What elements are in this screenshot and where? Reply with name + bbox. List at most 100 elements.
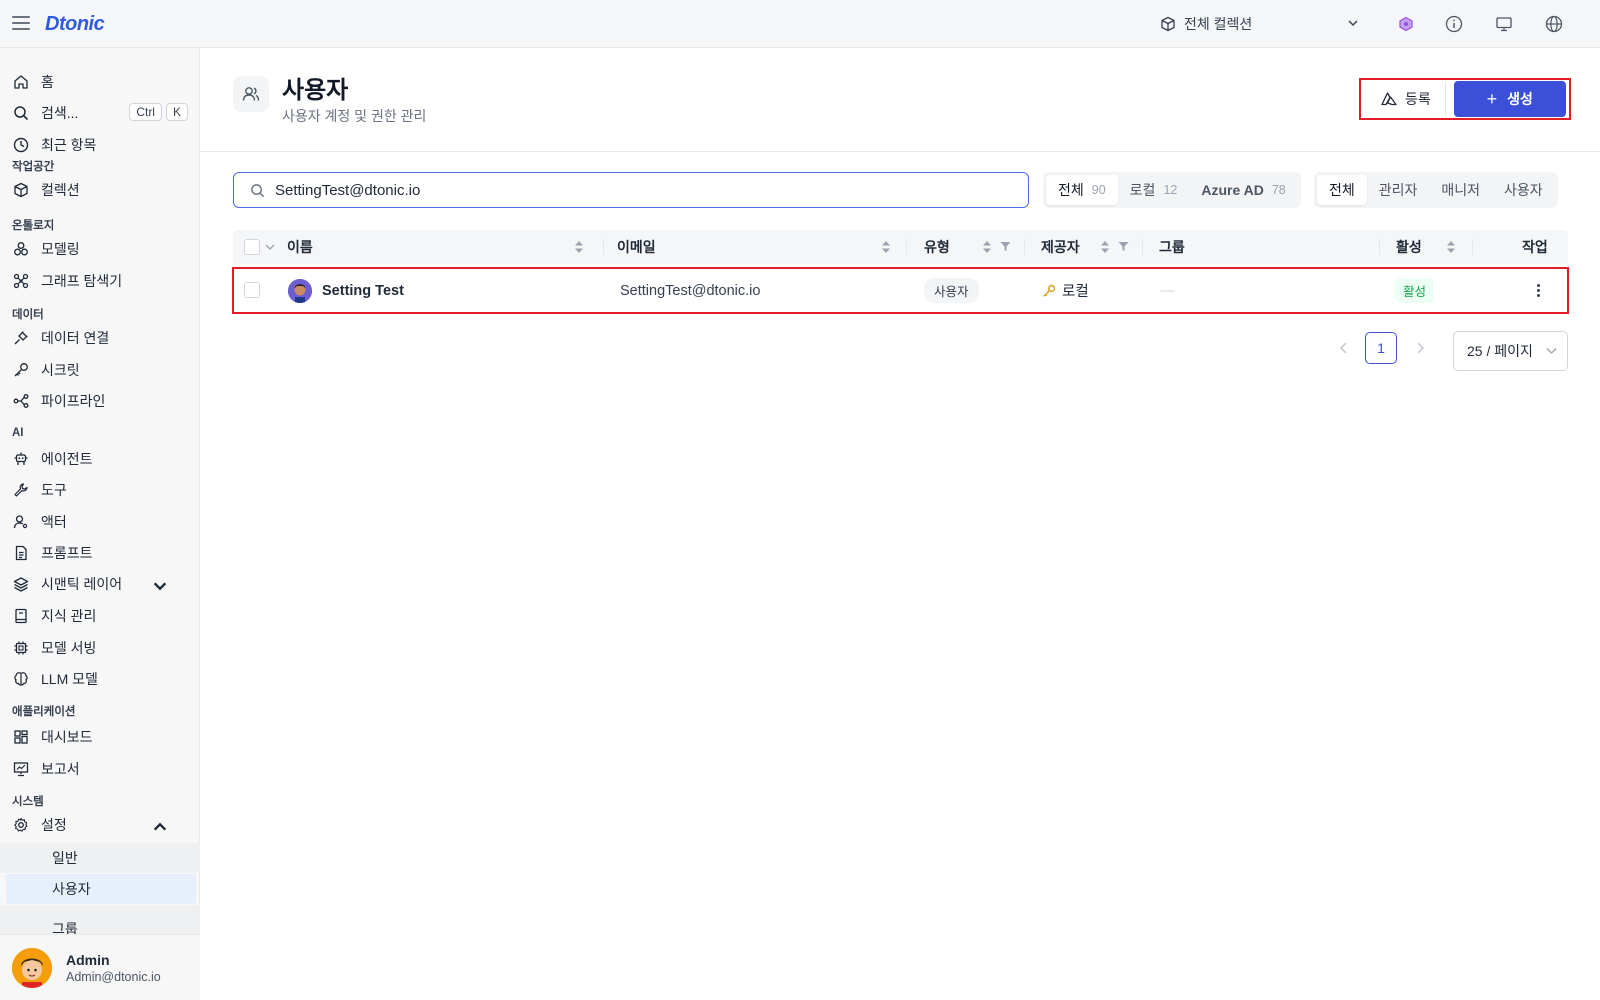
azure-icon xyxy=(1381,92,1397,106)
pagination: 1 xyxy=(1365,331,1397,365)
sidebar-subitem-general[interactable]: 일반 xyxy=(0,843,200,873)
globe-icon[interactable] xyxy=(1542,12,1566,36)
sort-icon[interactable] xyxy=(1100,240,1110,254)
ontology-icon[interactable] xyxy=(1394,12,1418,36)
column-header-group[interactable]: 그룹 xyxy=(1159,230,1185,264)
search-icon xyxy=(251,183,265,197)
sidebar-item-dashboard[interactable]: 대시보드 xyxy=(0,723,200,751)
sidebar-subitem-groups[interactable]: 그룹 xyxy=(0,905,200,935)
top-bar: Dtonic 전체 컬렉션 xyxy=(0,0,1600,48)
filter-count: 78 xyxy=(1271,183,1286,197)
page-number[interactable]: 1 xyxy=(1365,332,1397,364)
chevron-down-icon[interactable] xyxy=(152,578,168,594)
page-title: 사용자 xyxy=(282,77,349,104)
document-icon xyxy=(15,545,27,561)
sidebar-item-label: 검색... xyxy=(41,105,79,121)
sidebar-item-settings[interactable]: 설정 xyxy=(0,811,200,839)
collection-select[interactable]: 전체 컬렉션 xyxy=(1160,10,1360,38)
pipeline-icon xyxy=(13,394,29,408)
register-button[interactable]: 등록 xyxy=(1367,82,1446,116)
column-header-email[interactable]: 이메일 xyxy=(617,230,656,264)
provider-filter-azure[interactable]: Azure AD 78 xyxy=(1189,175,1297,205)
cell-name: Setting Test xyxy=(288,269,404,312)
column-header-name[interactable]: 이름 xyxy=(287,230,313,264)
sidebar-item-pipeline[interactable]: 파이프라인 xyxy=(0,387,200,415)
role-filter-all[interactable]: 전체 xyxy=(1317,175,1367,205)
next-page-button[interactable] xyxy=(1404,331,1436,365)
user-name[interactable]: Setting Test xyxy=(322,283,404,299)
sidebar-item-semantic-layer[interactable]: 시맨틱 레이어 xyxy=(0,570,200,598)
sidebar-item-knowledge[interactable]: 지식 관리 xyxy=(0,602,200,630)
menu-icon[interactable] xyxy=(12,14,30,32)
more-actions-icon[interactable] xyxy=(1528,281,1548,301)
role-filter-manager[interactable]: 매니저 xyxy=(1429,175,1492,205)
register-label: 등록 xyxy=(1405,91,1431,107)
sidebar-item-label: 모델링 xyxy=(41,241,80,257)
sidebar-subitem-users[interactable]: 사용자 xyxy=(6,874,196,904)
sidebar-item-tool[interactable]: 도구 xyxy=(0,476,200,504)
section-title-ontology: 온톨로지 xyxy=(12,220,55,232)
page-header: 사용자 사용자 계정 및 권한 관리 등록 + 생성 xyxy=(200,48,1600,152)
gear-icon xyxy=(14,817,28,832)
actor-icon xyxy=(13,515,28,529)
sidebar-item-label: 시맨틱 레이어 xyxy=(41,576,123,592)
select-all-checkbox[interactable] xyxy=(244,239,260,255)
sidebar-item-search[interactable]: 검색... Ctrl K xyxy=(0,99,200,127)
monitor-icon[interactable] xyxy=(1492,12,1516,36)
sort-icon[interactable] xyxy=(1446,240,1456,254)
chevron-down-icon[interactable] xyxy=(265,243,275,251)
column-header-active[interactable]: 활성 xyxy=(1396,230,1422,264)
role-filter-admin[interactable]: 관리자 xyxy=(1367,175,1430,205)
prev-page-button[interactable] xyxy=(1328,331,1360,365)
sort-icon[interactable] xyxy=(574,240,584,254)
info-icon[interactable] xyxy=(1442,12,1466,36)
sidebar-item-home[interactable]: 홈 xyxy=(0,68,200,96)
row-checkbox[interactable] xyxy=(244,282,260,298)
cube-icon xyxy=(14,182,28,198)
header-actions: 등록 + 생성 xyxy=(1359,78,1571,120)
sidebar-item-agent[interactable]: 에이전트 xyxy=(0,445,200,473)
table-row[interactable]: Setting Test SettingTest@dtonic.io 사용자 로… xyxy=(232,267,1569,314)
create-label: 생성 xyxy=(1507,91,1533,107)
graph-icon xyxy=(13,273,29,289)
sidebar-item-actor[interactable]: 액터 xyxy=(0,508,200,536)
sidebar-item-label: 지식 관리 xyxy=(41,608,97,624)
sidebar-item-data-connection[interactable]: 데이터 연결 xyxy=(0,324,200,352)
sidebar-item-collection[interactable]: 컬렉션 xyxy=(0,176,200,204)
create-button[interactable]: + 생성 xyxy=(1453,81,1566,117)
chevron-left-icon xyxy=(1340,342,1347,354)
sidebar-item-llm-model[interactable]: LLM 모델 xyxy=(0,665,200,693)
column-header-type[interactable]: 유형 xyxy=(924,230,950,264)
user-profile[interactable]: Admin Admin@dtonic.io xyxy=(0,934,200,1000)
column-header-provider[interactable]: 제공자 xyxy=(1041,230,1080,264)
column-header-actions: 작업 xyxy=(1522,239,1548,255)
sidebar-item-label: 에이전트 xyxy=(41,451,93,467)
cell-email: SettingTest@dtonic.io xyxy=(620,282,761,299)
sidebar-item-secret[interactable]: 시크릿 xyxy=(0,356,200,384)
sort-icon[interactable] xyxy=(881,240,891,254)
sidebar-item-label: 보고서 xyxy=(41,761,80,777)
provider-filter-all[interactable]: 전체 90 xyxy=(1046,175,1118,205)
search-input[interactable] xyxy=(275,181,975,199)
key-icon xyxy=(1043,284,1056,297)
cell-provider: 로컬 xyxy=(1042,269,1089,312)
sort-icon[interactable] xyxy=(982,240,992,254)
role-filter-user[interactable]: 사용자 xyxy=(1492,175,1555,205)
filter-icon[interactable] xyxy=(1000,241,1011,252)
provider-filter-local[interactable]: 로컬 12 xyxy=(1118,175,1190,205)
sidebar-item-label: 액터 xyxy=(41,514,67,530)
page-subtitle: 사용자 계정 및 권한 관리 xyxy=(282,108,427,124)
sidebar-item-report[interactable]: 보고서 xyxy=(0,755,200,783)
sidebar-item-graph-explorer[interactable]: 그래프 탐색기 xyxy=(0,267,200,295)
filter-icon[interactable] xyxy=(1118,241,1129,252)
cell-actions xyxy=(1528,269,1548,312)
sidebar-item-recent[interactable]: 최근 항목 xyxy=(0,131,200,159)
sidebar-item-modeling[interactable]: 모델링 xyxy=(0,235,200,263)
page-size-select[interactable]: 25 / 페이지 xyxy=(1453,331,1568,371)
cell-type: 사용자 xyxy=(924,269,979,312)
sidebar-item-prompt[interactable]: 프롬프트 xyxy=(0,539,200,567)
app-logo[interactable]: Dtonic xyxy=(45,13,105,36)
chevron-up-icon[interactable] xyxy=(152,819,168,835)
sidebar: 홈 검색... Ctrl K 최근 항목 작업공간 컬렉션 온톨로지 모델링 그… xyxy=(0,48,200,1000)
sidebar-item-model-serving[interactable]: 모델 서빙 xyxy=(0,634,200,662)
